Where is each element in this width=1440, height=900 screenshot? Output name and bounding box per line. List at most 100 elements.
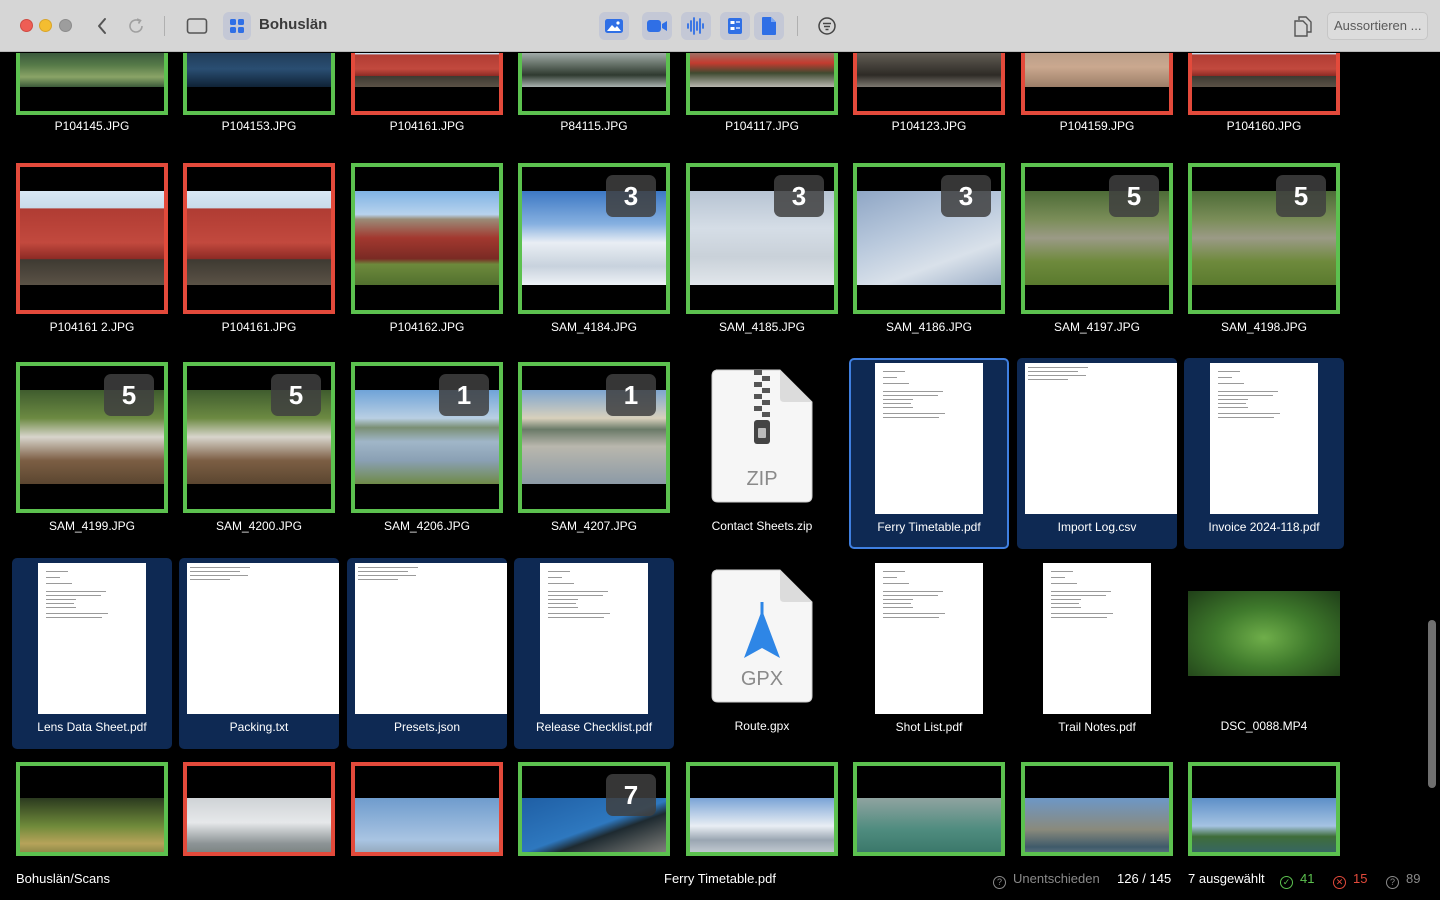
rejected-photo-thumbnail[interactable] [1188, 53, 1340, 115]
accepted-photo-thumbnail[interactable] [1021, 762, 1173, 856]
file-name-label: P84115.JPG [560, 119, 628, 133]
photo-image [355, 53, 499, 87]
zip-archive-icon: ZIP [710, 368, 814, 504]
accepted-photo-thumbnail[interactable]: 3 [518, 163, 670, 314]
photo-image [187, 191, 331, 285]
close-window-button[interactable] [20, 19, 33, 32]
filter-contact-sheets-button[interactable] [720, 12, 750, 40]
thumbnail-grid[interactable]: P104145.JPG P104153.JPG P104161.JPG P84115.… [0, 53, 1424, 856]
current-file-name: Ferry Timetable.pdf [664, 871, 776, 886]
sidebar-toggle-button[interactable] [185, 15, 209, 37]
document-text-line [1218, 377, 1232, 378]
document-text-line [1218, 395, 1273, 396]
file-name-label: P104160.JPG [1226, 119, 1302, 133]
file-name-label: SAM_4207.JPG [550, 519, 638, 533]
rejected-count-value: 15 [1353, 871, 1368, 886]
document-text-line [883, 603, 911, 604]
accepted-photo-thumbnail[interactable] [686, 53, 838, 115]
rejected-photo-thumbnail[interactable] [351, 53, 503, 115]
accepted-photo-thumbnail[interactable] [16, 53, 168, 115]
accepted-photo-thumbnail[interactable]: 7 [518, 762, 670, 856]
accepted-photo-thumbnail[interactable]: 3 [853, 163, 1005, 314]
sidebar-icon [186, 18, 208, 34]
accepted-photo-thumbnail[interactable]: 3 [686, 163, 838, 314]
document-text-line [46, 591, 106, 592]
accepted-photo-thumbnail[interactable]: 1 [351, 362, 503, 513]
file-name-label: SAM_4185.JPG [718, 320, 806, 334]
rejected-photo-thumbnail[interactable] [16, 163, 168, 314]
accepted-photo-thumbnail[interactable] [16, 762, 168, 856]
rejected-photo-thumbnail[interactable] [1021, 53, 1173, 115]
rejected-photo-thumbnail[interactable] [853, 53, 1005, 115]
stack-count-badge: 1 [439, 374, 489, 416]
view-options-button[interactable] [815, 14, 839, 38]
accepted-photo-thumbnail[interactable] [351, 163, 503, 314]
document-preview [875, 363, 983, 514]
zoom-window-button[interactable] [59, 19, 72, 32]
document-text-line [1051, 577, 1065, 578]
photo-image [857, 798, 1001, 852]
rejected-photo-thumbnail[interactable] [351, 762, 503, 856]
accepted-photo-thumbnail[interactable] [1188, 762, 1340, 856]
document-text-line [883, 377, 897, 378]
accepted-photo-thumbnail[interactable] [853, 762, 1005, 856]
accepted-photo-thumbnail[interactable] [183, 53, 335, 115]
vertical-scrollbar[interactable] [1428, 620, 1436, 788]
document-text-line [1051, 603, 1079, 604]
filter-photos-button[interactable] [599, 12, 629, 40]
accepted-photo-thumbnail[interactable]: 5 [1021, 163, 1173, 314]
document-text-line [1051, 571, 1073, 572]
rejected-photo-thumbnail[interactable] [183, 762, 335, 856]
filter-videos-button[interactable] [642, 12, 672, 40]
minimize-window-button[interactable] [39, 19, 52, 32]
stack-count-badge: 5 [1276, 175, 1326, 217]
file-name-label: P104117.JPG [725, 119, 799, 133]
document-text-line [883, 383, 909, 384]
document-icon [762, 17, 776, 35]
filter-audio-button[interactable] [681, 12, 711, 40]
photo-image [20, 53, 164, 87]
document-text-line [548, 607, 578, 608]
reload-button[interactable] [125, 15, 147, 37]
document-text-line [1218, 391, 1278, 392]
document-text-line [1051, 591, 1111, 592]
document-text-line [883, 595, 938, 596]
file-name-label: Lens Data Sheet.pdf [37, 720, 147, 734]
rejected-count[interactable]: ✕ 15 [1333, 871, 1367, 889]
file-name-label: P104153.JPG [221, 119, 297, 133]
question-circle-icon: ? [993, 875, 1006, 889]
app-window: Bohuslän Aussortieren ... P104145.JPG P10… [0, 0, 1440, 900]
folder-path: Bohuslän/Scans [16, 871, 110, 886]
photo-image [522, 53, 666, 87]
back-button[interactable] [92, 15, 112, 37]
accepted-photo-thumbnail[interactable]: 1 [518, 362, 670, 513]
grid-view-button[interactable] [223, 12, 251, 40]
document-text-line [883, 599, 913, 600]
accepted-photo-thumbnail[interactable]: 5 [1188, 163, 1340, 314]
contact-sheet-icon [728, 18, 742, 34]
accepted-count[interactable]: ✓ 41 [1280, 871, 1314, 889]
x-circle-icon: ✕ [1333, 876, 1346, 889]
document-text-line [548, 595, 603, 596]
filter-documents-button[interactable] [754, 12, 784, 40]
document-preview [1025, 363, 1177, 514]
undecided-count[interactable]: ? 89 [1386, 871, 1420, 889]
video-thumbnail[interactable] [1188, 591, 1340, 676]
reload-icon [129, 18, 143, 33]
sort-out-button[interactable]: Aussortieren ... [1327, 12, 1428, 40]
undecided-filter[interactable]: ? Unentschieden [993, 871, 1100, 889]
document-text-line [190, 575, 248, 576]
accepted-photo-thumbnail[interactable]: 5 [16, 362, 168, 513]
file-name-label: Import Log.csv [1057, 520, 1137, 534]
stack-count-badge: 3 [774, 175, 824, 217]
document-text-line [883, 413, 945, 414]
rejected-photo-thumbnail[interactable] [183, 163, 335, 314]
document-text-line [1218, 371, 1240, 372]
accepted-photo-thumbnail[interactable] [518, 53, 670, 115]
copy-files-button[interactable] [1291, 13, 1315, 39]
document-preview [875, 563, 983, 714]
document-text-line [1051, 599, 1081, 600]
accepted-photo-thumbnail[interactable]: 5 [183, 362, 335, 513]
photo-image [20, 191, 164, 285]
accepted-photo-thumbnail[interactable] [686, 762, 838, 856]
